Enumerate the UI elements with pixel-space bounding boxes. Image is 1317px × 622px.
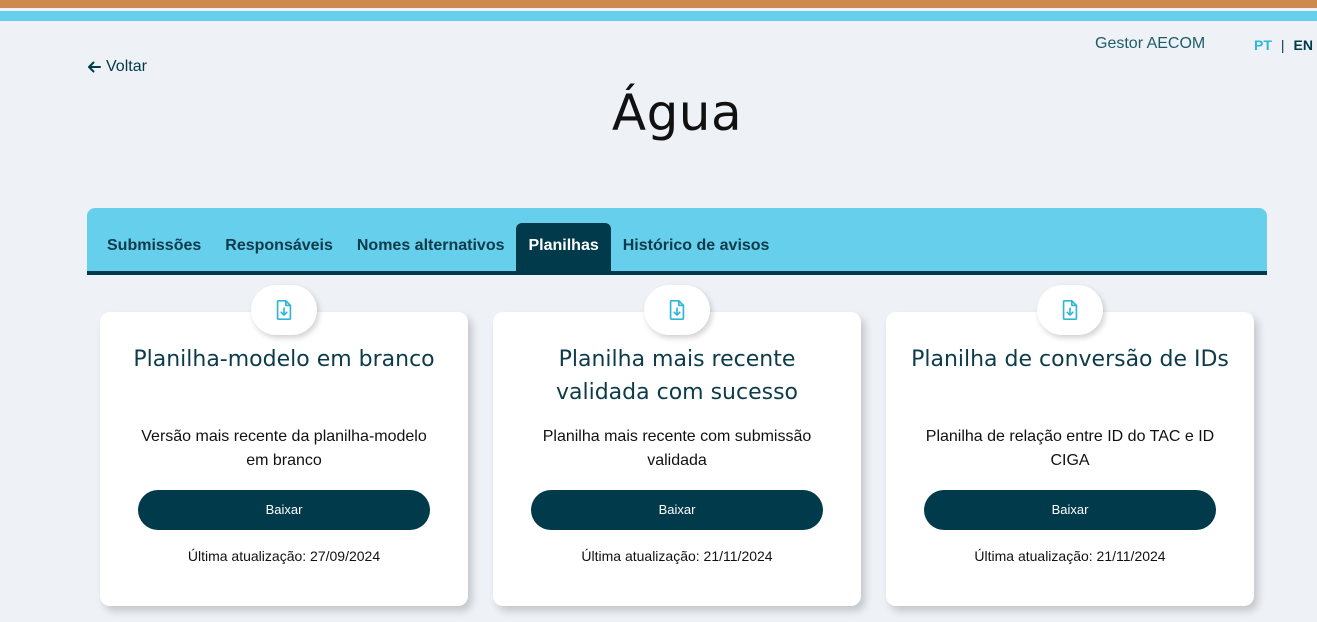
lang-separator: | [1280, 37, 1285, 53]
download-button[interactable]: Baixar [138, 490, 430, 530]
card-title: Planilha de conversão de IDs [911, 347, 1229, 372]
back-button[interactable]: Voltar [86, 58, 147, 76]
last-updated: Última atualização: 27/09/2024 [187, 548, 381, 564]
card-title: Planilha mais recente validada com suces… [555, 347, 798, 405]
lang-en-link[interactable]: EN [1294, 37, 1313, 53]
tab-responsaveis[interactable]: Responsáveis [213, 223, 345, 271]
tab-nomes-alternativos[interactable]: Nomes alternativos [345, 223, 517, 271]
back-label: Voltar [106, 58, 147, 75]
download-button[interactable]: Baixar [924, 490, 1216, 530]
file-download-icon [1037, 285, 1103, 335]
download-button[interactable]: Baixar [531, 490, 823, 530]
tab-planilhas[interactable]: Planilhas [516, 223, 611, 271]
top-blue-stripe [0, 11, 1317, 21]
page-title: Água [611, 84, 743, 142]
card-title: Planilha-modelo em branco [133, 347, 435, 372]
language-switcher: PT | EN [1254, 37, 1313, 53]
card-blank-template: Planilha-modelo em branco Versão mais re… [100, 285, 468, 606]
card-description: Versão mais recente da planilha-modelo e… [141, 428, 427, 469]
last-updated: Última atualização: 21/11/2024 [974, 548, 1166, 564]
card-description: Planilha mais recente com submissão vali… [542, 428, 812, 469]
tab-bar: Submissões Responsáveis Nomes alternativ… [87, 208, 1267, 275]
top-orange-stripe [0, 0, 1317, 8]
tab-historico-de-avisos[interactable]: Histórico de avisos [611, 223, 782, 271]
tab-submissoes[interactable]: Submissões [95, 223, 213, 271]
lang-pt-link[interactable]: PT [1254, 37, 1272, 53]
file-download-icon [644, 285, 710, 335]
file-download-icon [251, 285, 317, 335]
user-name[interactable]: Gestor AECOM [1095, 35, 1205, 53]
card-description: Planilha de relação entre ID do TAC e ID… [925, 428, 1215, 469]
arrow-left-icon [88, 61, 101, 73]
card-latest-validated: Planilha mais recente validada com suces… [493, 285, 861, 606]
card-id-conversion: Planilha de conversão de IDs Planilha de… [886, 285, 1254, 606]
last-updated: Última atualização: 21/11/2024 [581, 548, 773, 564]
